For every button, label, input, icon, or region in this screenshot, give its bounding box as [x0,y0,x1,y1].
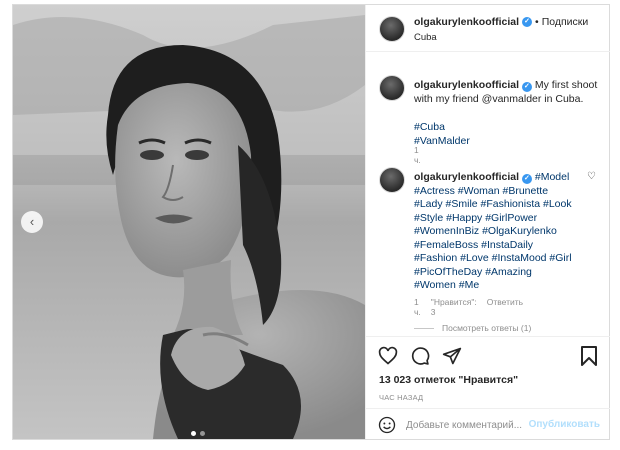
hashtag-line[interactable]: #Women #Me [414,279,479,291]
emoji-icon[interactable] [378,416,396,434]
post-header: olgakurylenkoofficial ✓ • Подписки Cuba [366,5,610,52]
heart-icon[interactable] [378,346,398,366]
caption-line-1: My first shoot [534,79,598,91]
action-icons [378,346,462,366]
comment-meta: 1 ч. "Нравится": 3 Ответить [414,297,523,317]
comments-list: olgakurylenkoofficial ✓ My first shoot w… [366,53,610,335]
avatar[interactable] [379,75,405,101]
view-replies-label: Посмотреть ответы (1) [442,323,532,333]
follow-button[interactable]: Подписки [542,16,589,28]
header-user-row: olgakurylenkoofficial ✓ • Подписки [414,16,588,28]
replies-divider [414,327,434,329]
comment-username[interactable]: olgakurylenkoofficial [414,79,519,91]
comment-like-heart-icon[interactable]: ♡ [587,171,596,182]
caption-text: olgakurylenkoofficial ✓ My first shoot w… [414,79,609,106]
hashtag-line[interactable]: #Style #Happy #GirlPower [414,212,537,224]
publish-button[interactable]: Опубликовать [529,419,600,430]
header-username[interactable]: olgakurylenkoofficial [414,16,519,28]
instagram-post: ‹ olgakurylenkoofficial ✓ • Подписки Cub… [12,4,610,440]
comment-age[interactable]: 1 ч. [414,145,421,165]
hashtag-line[interactable]: #PicOfTheDay #Amazing [414,266,532,278]
post-timestamp[interactable]: ЧАС НАЗАД [379,393,423,402]
avatar[interactable] [379,16,405,42]
bookmark-icon[interactable] [580,346,598,366]
post-sidebar: olgakurylenkoofficial ✓ • Подписки Cuba … [365,5,610,439]
hashtag-text: olgakurylenkoofficial ✓ #Model #Actress … [414,171,594,293]
separator: • [535,16,539,28]
carousel-dot [200,431,205,436]
post-photo[interactable]: ‹ [13,5,365,439]
caption-line-2: with my friend @vanmalder in Cuba. [414,92,584,105]
hashtag-line[interactable]: #Lady #Smile #Fashionista #Look [414,198,572,210]
hashtag-line[interactable]: #Actress #Woman #Brunette [414,185,548,197]
post-actions: 13 023 отметок "Нравится" ЧАС НАЗАД Опуб… [366,336,610,439]
hashtag-line[interactable]: #WomenInBiz #OlgaKurylenko [414,225,557,237]
comment-meta: 1 ч. [414,145,421,165]
carousel-prev-button[interactable]: ‹ [21,211,43,233]
verified-badge-icon: ✓ [521,82,532,92]
carousel-dot-active [191,431,196,436]
view-replies-button[interactable]: Посмотреть ответы (1) [414,323,531,333]
share-icon[interactable] [442,346,462,366]
comment-likes[interactable]: "Нравится": 3 [431,297,477,317]
verified-badge-icon: ✓ [521,174,532,184]
comment-icon[interactable] [410,346,430,366]
comment-username[interactable]: olgakurylenkoofficial [414,171,519,183]
verified-badge-icon: ✓ [522,17,533,27]
hashtag-line[interactable]: #FemaleBoss #InstaDaily [414,239,533,251]
likes-count[interactable]: 13 023 отметок "Нравится" [379,374,518,386]
hashtag-line[interactable]: #Fashion #Love #InstaMood #Girl [414,252,572,264]
carousel-dots [191,431,205,436]
reply-button[interactable]: Ответить [487,297,523,317]
portrait-image [13,5,365,439]
add-comment-bar: Опубликовать [366,408,610,440]
hashtag-link[interactable]: #Model [535,171,569,183]
avatar[interactable] [379,167,405,193]
comment-age[interactable]: 1 ч. [414,297,421,317]
location-link[interactable]: Cuba [414,32,437,43]
caption-hashtags[interactable]: #Cuba #VanMalder [414,121,470,148]
chevron-left-icon: ‹ [29,214,35,229]
